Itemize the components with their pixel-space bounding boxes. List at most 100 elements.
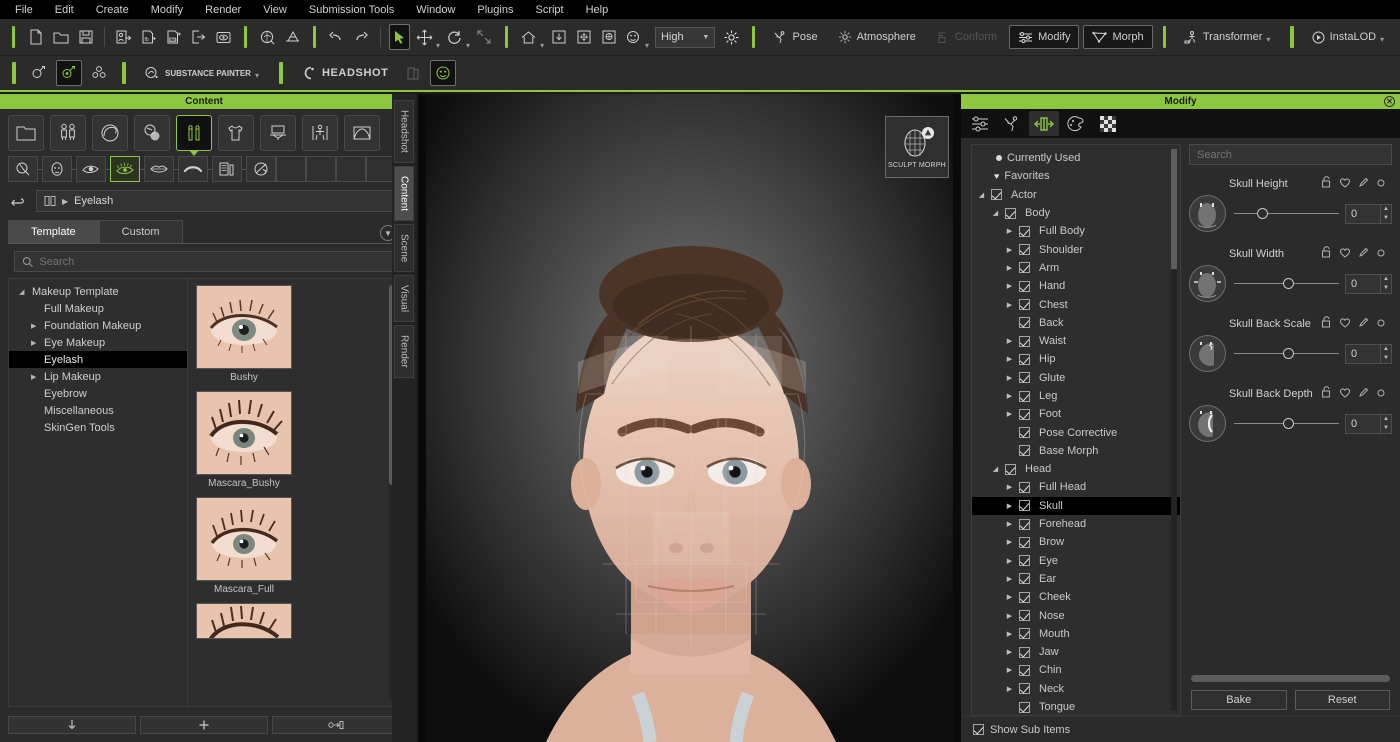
tree-item-actor[interactable]: ◢Actor [972,186,1180,204]
stepper-up-icon[interactable]: ▲ [1381,345,1391,354]
fit-view-icon[interactable] [548,24,569,50]
full-makeup-icon[interactable] [42,156,72,182]
tree-item-glute[interactable]: ▶Glute [972,369,1180,387]
export-icon[interactable] [188,24,209,50]
tree-item-leg[interactable]: ▶Leg [972,387,1180,405]
reset-gear-icon[interactable] [1376,315,1386,333]
tree-item-jaw[interactable]: ▶Jaw [972,643,1180,661]
face-view-icon[interactable] [623,24,644,50]
tree-item-full-body[interactable]: ▶Full Body [972,222,1180,240]
checkbox[interactable] [1019,555,1030,566]
face-tool-icon[interactable] [430,60,456,86]
tree-item-favorites[interactable]: ♥Favorites [972,167,1180,185]
morph-search-input[interactable] [1197,149,1384,161]
tree-item-chest[interactable]: ▶Chest [972,295,1180,313]
lock-icon[interactable] [1321,175,1332,193]
tree-item-brow[interactable]: ▶Brow [972,533,1180,551]
tree-item-nose[interactable]: ▶Nose [972,606,1180,624]
checkbox[interactable] [1019,281,1030,292]
zoom-object-icon[interactable] [257,24,278,50]
properties-horizontal-scrollbar[interactable] [1191,675,1390,682]
tree-item-foot[interactable]: ▶Foot [972,405,1180,423]
skull-back-depth-value-field[interactable]: 0 ▲▼ [1345,414,1392,434]
face-view-dropdown-icon[interactable]: ▾ [645,41,649,55]
open-project-icon[interactable] [50,24,71,50]
tree-item-mouth[interactable]: ▶Mouth [972,625,1180,643]
slider-knob[interactable] [1283,418,1294,429]
back-arrow-icon[interactable] [8,191,28,211]
tree-item-base-morph[interactable]: Base Morph [972,442,1180,460]
lip-makeup-icon[interactable] [144,156,174,182]
tree-item-hand[interactable]: ▶Hand [972,277,1180,295]
substance-dropdown-icon[interactable]: ▾ [255,71,259,85]
edit-pencil-icon[interactable] [1358,175,1369,193]
add-button[interactable] [140,716,268,734]
edit-pencil-icon[interactable] [1358,385,1369,403]
lock-icon[interactable] [1321,315,1332,333]
checkbox[interactable] [1019,226,1030,237]
vtab-content[interactable]: Content [394,166,414,221]
vtab-visual[interactable]: Visual [394,275,414,322]
rotate-tool-icon[interactable] [444,24,465,50]
tree-item-full-makeup[interactable]: Full Makeup [9,300,187,317]
checkbox[interactable] [1019,262,1030,273]
morph-tree-scrollbar[interactable] [1171,149,1177,269]
tree-item-ear[interactable]: ▶Ear [972,570,1180,588]
select-tool-icon[interactable] [389,24,410,50]
tab-template[interactable]: Template [8,220,99,243]
menu-item-help[interactable]: Help [575,2,620,18]
checkbox[interactable] [1019,336,1030,347]
headshot-button[interactable]: HEADSHOT [293,61,397,85]
skin-icon[interactable] [134,115,170,151]
stepper-down-icon[interactable]: ▼ [1381,424,1391,433]
tab-custom[interactable]: Custom [99,220,183,243]
import-fbx-icon[interactable]: fb [138,24,159,50]
bake-button[interactable]: Bake [1191,690,1287,710]
eye-makeup-icon[interactable] [76,156,106,182]
rotate-tool-dropdown-icon[interactable]: ▾ [466,41,470,55]
checkbox[interactable] [1019,592,1030,603]
skull-width-slider[interactable] [1234,274,1339,294]
show-sub-items-checkbox[interactable] [973,724,984,735]
content-search-box[interactable] [14,251,394,272]
tree-item-makeup-template[interactable]: ◢Makeup Template [9,283,187,300]
tree-item-lip-makeup[interactable]: ▶Lip Makeup [9,368,187,385]
tree-item-forehead[interactable]: ▶Forehead [972,515,1180,533]
vtab-scene[interactable]: Scene [394,224,414,272]
cloth-icon[interactable] [218,115,254,151]
sculpt-morph-icon[interactable] [56,60,82,86]
checkbox[interactable] [1019,610,1030,621]
breadcrumb-field[interactable]: ▶ Eyelash [36,190,400,212]
stepper[interactable]: ▲▼ [1380,345,1391,363]
modify-button[interactable]: Modify [1009,25,1079,49]
scale-tool-icon[interactable] [474,24,495,50]
skull-height-value-field[interactable]: 0 ▲▼ [1345,204,1392,224]
stepper-down-icon[interactable]: ▼ [1381,284,1391,293]
skull-back-scale-slider[interactable] [1234,344,1339,364]
checkbox[interactable] [1019,482,1030,493]
reset-gear-icon[interactable] [1376,385,1386,403]
tree-item-skull[interactable]: ▶Skull [972,497,1180,515]
favorite-heart-icon[interactable] [1339,245,1351,263]
checkbox[interactable] [1019,628,1030,639]
align-icon[interactable] [282,24,303,50]
edit-pencil-icon[interactable] [1358,315,1369,333]
material-tab[interactable] [1061,111,1091,136]
list-item[interactable]: Mascara_Bushy [196,391,292,489]
texture-tab[interactable] [1093,111,1123,136]
tree-item-neck[interactable]: ▶Neck [972,680,1180,698]
frame-all-icon[interactable] [573,24,594,50]
pose-button[interactable]: Pose [765,25,825,49]
move-tool-dropdown-icon[interactable]: ▾ [436,41,440,55]
morph-button[interactable]: Morph [1083,25,1152,49]
motion-tab[interactable] [997,111,1027,136]
brightness-icon[interactable] [721,24,742,50]
folder-icon[interactable] [8,115,44,151]
tree-item-chin[interactable]: ▶Chin [972,661,1180,679]
conform-button[interactable]: Conform [928,25,1005,49]
checkbox[interactable] [1019,500,1030,511]
import-usd-icon[interactable]: USD [163,24,184,50]
slider-knob[interactable] [1283,348,1294,359]
move-tool-icon[interactable] [414,24,435,50]
vtab-render[interactable]: Render [394,325,414,378]
